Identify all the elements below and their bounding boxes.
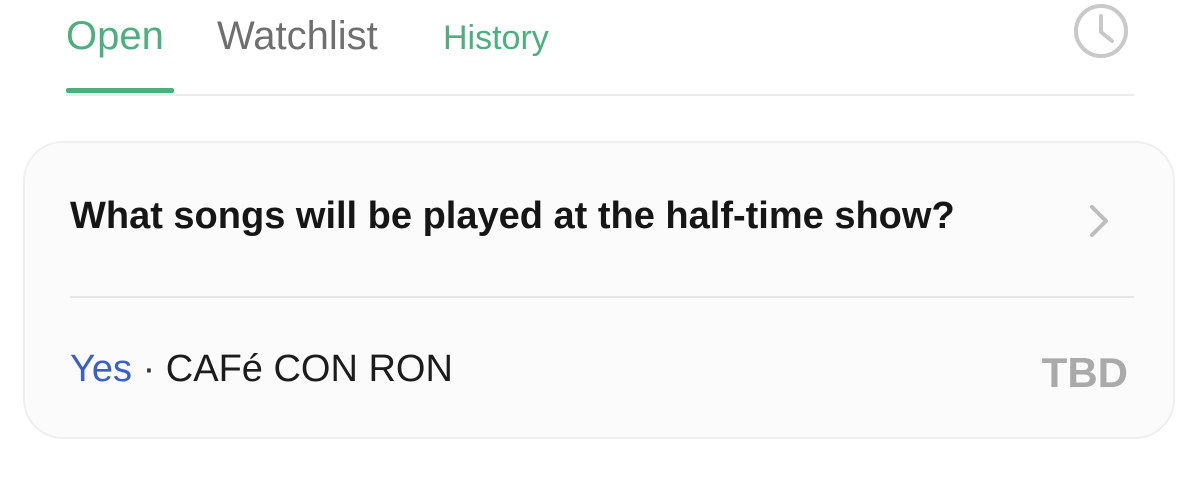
active-tab-indicator <box>66 88 174 93</box>
chevron-right-icon[interactable] <box>1087 202 1111 240</box>
tab-bar: Open Watchlist History <box>66 0 1134 96</box>
card-divider <box>70 296 1134 298</box>
clock-icon[interactable] <box>1073 3 1129 59</box>
separator-dot: · <box>142 348 156 390</box>
bet-status: TBD <box>1041 349 1128 396</box>
bet-selection: Yes · CAFé CON RON <box>70 348 453 391</box>
bets-page: Open Watchlist History What songs will b… <box>0 0 1200 495</box>
bet-option: CAFé CON RON <box>165 348 453 390</box>
bet-question: What songs will be played at the half-ti… <box>70 195 955 237</box>
bet-card[interactable]: What songs will be played at the half-ti… <box>23 141 1175 439</box>
bet-answer: Yes <box>70 348 132 390</box>
tabs-divider <box>66 94 1134 96</box>
tab-open[interactable]: Open <box>66 14 164 59</box>
tab-history[interactable]: History <box>443 19 549 58</box>
tab-watchlist[interactable]: Watchlist <box>217 14 378 59</box>
